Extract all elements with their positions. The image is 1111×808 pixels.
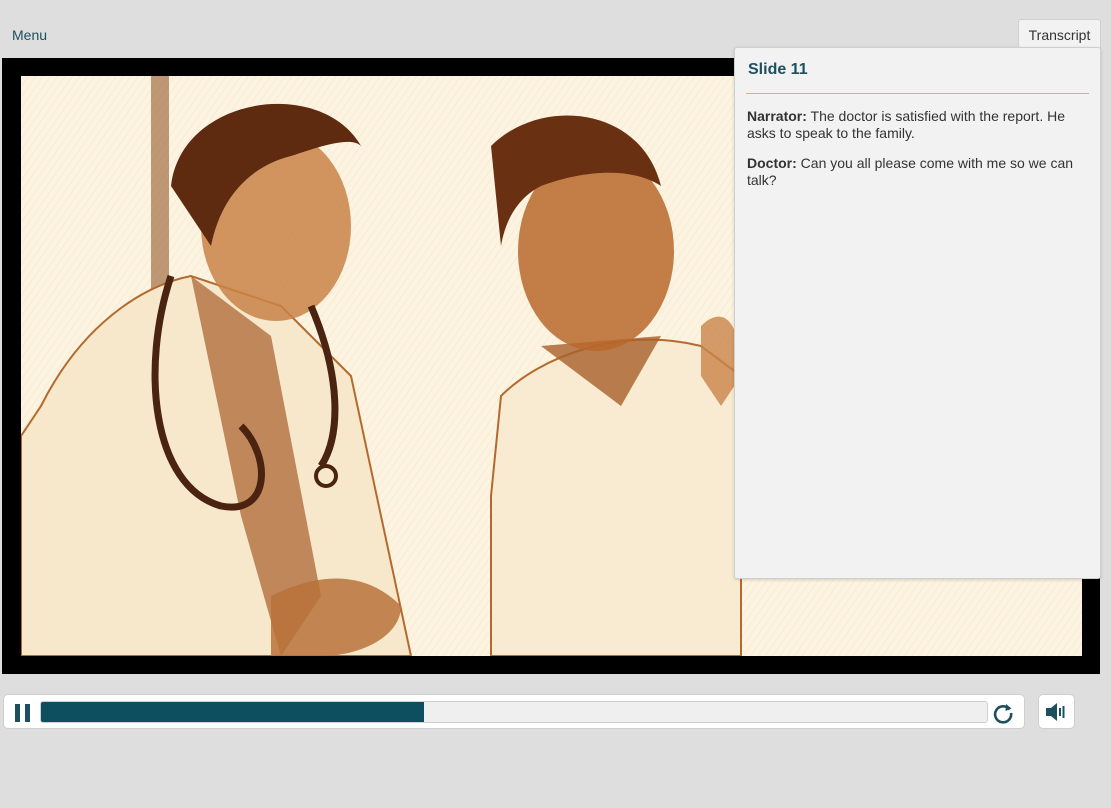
- transcript-line: Narrator: The doctor is satisfied with t…: [747, 108, 1088, 142]
- volume-button[interactable]: [1038, 694, 1075, 729]
- replay-button[interactable]: [992, 702, 1014, 724]
- transcript-line: Doctor: Can you all please come with me …: [747, 155, 1088, 189]
- progress-fill: [41, 702, 425, 722]
- replay-icon: [993, 704, 1013, 724]
- pause-button[interactable]: [14, 703, 32, 723]
- pause-icon: [15, 704, 20, 722]
- pause-icon: [25, 704, 30, 722]
- transcript-title: Slide 11: [748, 61, 808, 78]
- volume-icon: [1046, 703, 1065, 721]
- menu-button[interactable]: Menu: [12, 27, 47, 43]
- playback-bar: [3, 694, 1025, 729]
- transcript-speaker: Doctor:: [747, 155, 797, 171]
- transcript-body: Narrator: The doctor is satisfied with t…: [747, 108, 1088, 202]
- transcript-panel: Slide 11 Narrator: The doctor is satisfi…: [734, 47, 1101, 579]
- progress-bar[interactable]: [40, 701, 988, 723]
- transcript-speaker: Narrator:: [747, 108, 807, 124]
- transcript-divider: [746, 93, 1089, 94]
- tab-transcript[interactable]: Transcript: [1018, 19, 1101, 49]
